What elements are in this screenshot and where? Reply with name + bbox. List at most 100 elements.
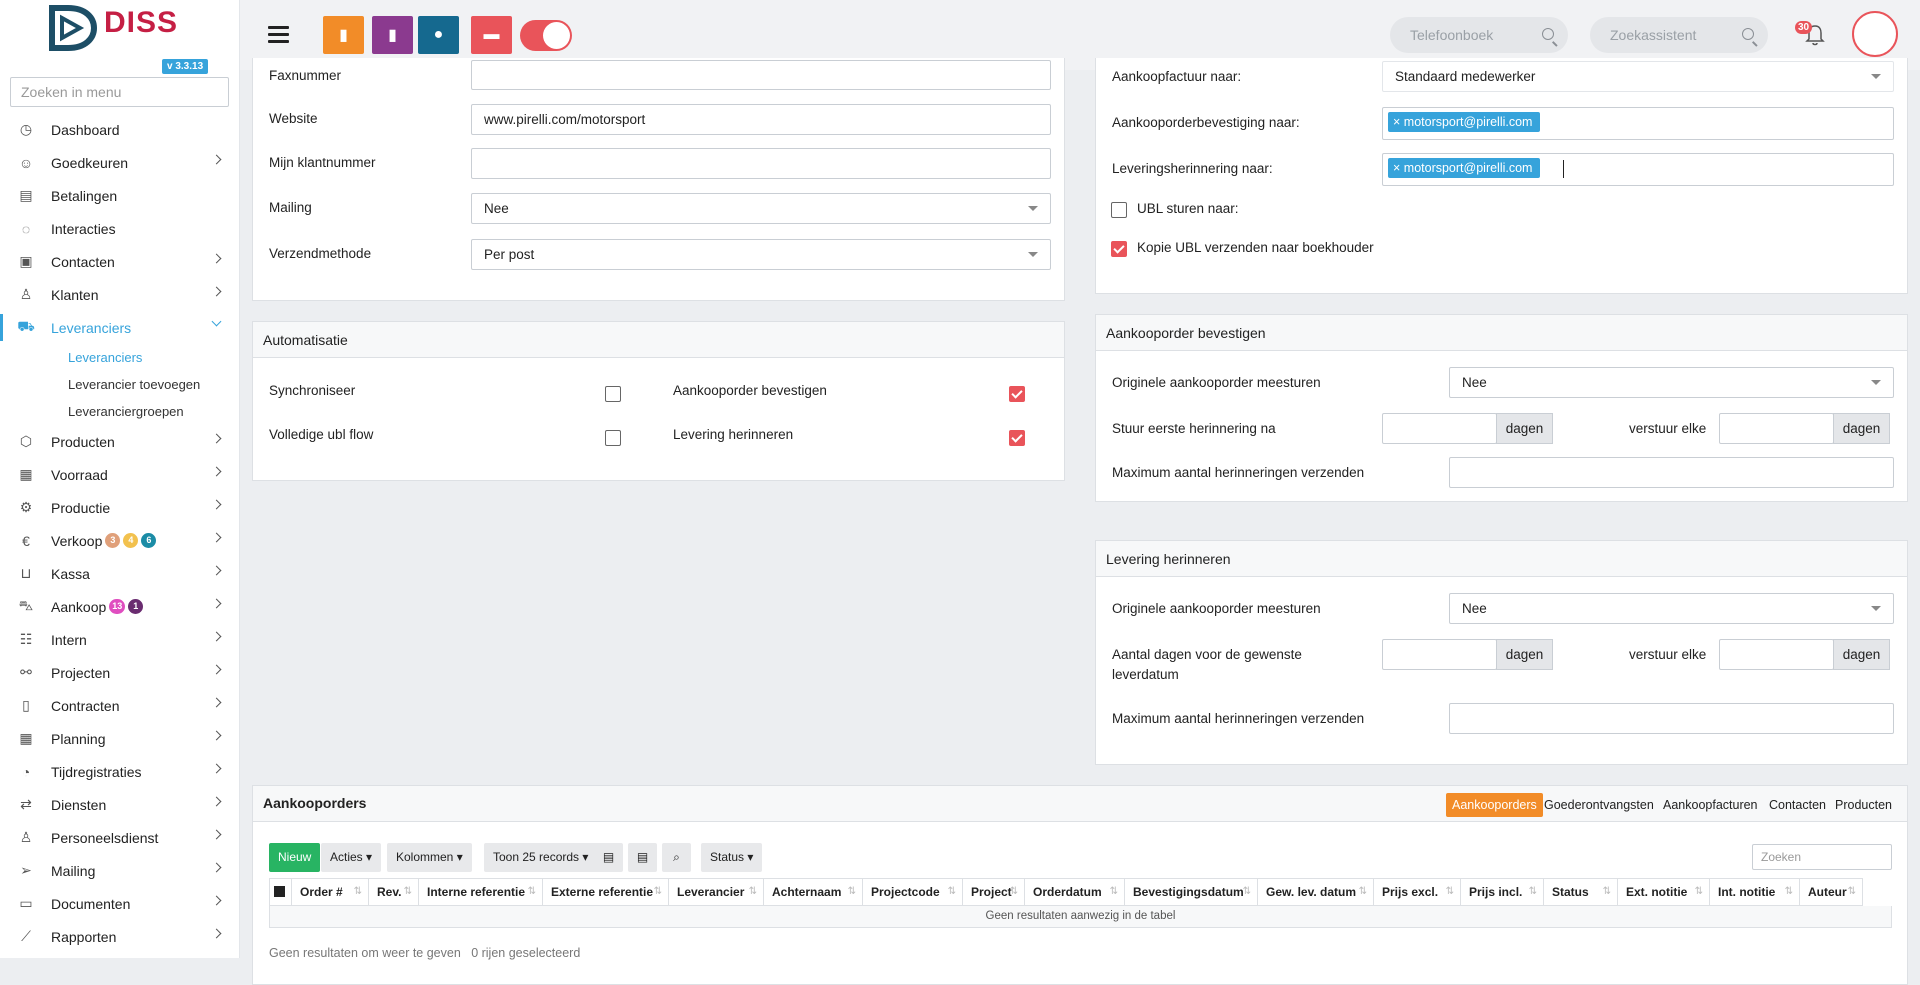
- sidebar-item-leveranciers[interactable]: ⛟ Leveranciers: [0, 311, 239, 344]
- new-order-button[interactable]: Nieuw: [269, 843, 321, 872]
- ubl-checkbox[interactable]: [1111, 202, 1127, 218]
- sidebar-item-tijdregistraties[interactable]: ◔ Tijdregistraties: [0, 755, 239, 788]
- column-header[interactable]: Project ⇅: [962, 878, 1024, 906]
- avatar[interactable]: [1852, 11, 1898, 57]
- chevron-right-icon: [211, 697, 222, 708]
- sidebar-item-kassa[interactable]: ⊔ Kassa: [0, 557, 239, 590]
- mailing-select[interactable]: Nee: [471, 193, 1051, 224]
- volledige-ubl-checkbox[interactable]: [605, 430, 621, 446]
- column-header[interactable]: Projectcode ⇅: [862, 878, 962, 906]
- aantal-dagen-input[interactable]: [1382, 639, 1497, 670]
- aankoopfactuur-select[interactable]: Standaard medewerker: [1382, 61, 1894, 92]
- originele-select[interactable]: Nee: [1449, 593, 1894, 624]
- page-length-dropdown-button[interactable]: Toon 25 records ▾: [484, 843, 598, 872]
- status-dropdown-button[interactable]: Status ▾: [701, 843, 763, 872]
- fax-input[interactable]: [471, 60, 1051, 90]
- tab-goederontvangsten[interactable]: Goederontvangsten: [1538, 793, 1660, 817]
- column-header[interactable]: Externe referentie ⇅: [542, 878, 668, 906]
- column-header[interactable]: Achternaam ⇅: [763, 878, 862, 906]
- sidebar-item-aankoop[interactable]: ⛍ Aankoop 13 1: [0, 590, 239, 623]
- aankoop-badge-2: 1: [128, 599, 144, 614]
- column-header[interactable]: Int. notitie ⇅: [1709, 878, 1799, 906]
- sidebar-item-productie[interactable]: ⚙ Productie: [0, 491, 239, 524]
- sidebar-subitem-leverancier-toevoegen[interactable]: Leverancier toevoegen: [0, 371, 239, 398]
- sidebar-item-planning[interactable]: ▦ Planning: [0, 722, 239, 755]
- sidebar-item-interacties[interactable]: ◌ Interacties: [0, 212, 239, 245]
- sidebar-item-rapporten[interactable]: ⟋ Rapporten: [0, 920, 239, 953]
- export-pdf-button[interactable]: ▤: [628, 843, 657, 872]
- select-all-checkbox[interactable]: [269, 878, 291, 906]
- sidebar-item-contacten[interactable]: ▣ Contacten: [0, 245, 239, 278]
- sidebar-subitem-leveranciergroepen[interactable]: Leveranciergroepen: [0, 398, 239, 425]
- verstuur-elke-input[interactable]: [1719, 639, 1834, 670]
- sidebar-item-personeelsdienst[interactable]: ♙ Personeelsdienst: [0, 821, 239, 854]
- menu-search-input[interactable]: Zoeken in menu: [10, 77, 229, 107]
- tab-aankooporders[interactable]: Aankooporders: [1446, 793, 1543, 817]
- email-tag[interactable]: × motorsport@pirelli.com: [1388, 112, 1541, 132]
- contact-card-icon: ▣: [19, 253, 33, 269]
- levering-herinneren-checkbox[interactable]: [1009, 430, 1025, 446]
- column-header[interactable]: Gew. lev. datum ⇅: [1257, 878, 1373, 906]
- hamburger-menu-icon[interactable]: [268, 26, 289, 43]
- customer-number-input[interactable]: [471, 148, 1051, 179]
- tab-producten[interactable]: Producten: [1829, 793, 1898, 817]
- max-herinneringen-input[interactable]: [1449, 703, 1894, 734]
- sidebar-subitem-leveranciers[interactable]: Leveranciers: [0, 344, 239, 371]
- sidebar-item-producten[interactable]: ⬡ Producten: [0, 425, 239, 458]
- payment-icon: ▤: [19, 187, 33, 203]
- column-header[interactable]: Order # ⇅: [291, 878, 368, 906]
- sort-icon: ⇅: [1528, 886, 1537, 897]
- eerste-herinnering-input[interactable]: [1382, 413, 1497, 444]
- new-document-button[interactable]: ▮: [323, 16, 364, 54]
- column-header[interactable]: Ext. notitie ⇅: [1617, 878, 1709, 906]
- column-header[interactable]: Interne referentie ⇅: [418, 878, 542, 906]
- sidebar-item-klanten[interactable]: ♙ Klanten: [0, 278, 239, 311]
- chevron-right-icon: [211, 565, 222, 576]
- sidebar-item-projecten[interactable]: ⚯ Projecten: [0, 656, 239, 689]
- column-header[interactable]: Leverancier ⇅: [668, 878, 763, 906]
- column-header[interactable]: Prijs excl. ⇅: [1373, 878, 1460, 906]
- bevestiging-email-input[interactable]: × motorsport@pirelli.com: [1382, 107, 1894, 140]
- aankooporder-bevestigen-checkbox[interactable]: [1009, 386, 1025, 402]
- synchroniseer-checkbox[interactable]: [605, 386, 621, 402]
- sidebar-item-diensten[interactable]: ⇄ Diensten: [0, 788, 239, 821]
- column-header[interactable]: Bevestigingsdatum ⇅: [1124, 878, 1257, 906]
- search-button[interactable]: ⌕: [662, 843, 691, 872]
- document-button[interactable]: ▮: [372, 16, 413, 54]
- column-header[interactable]: Auteur ⇅: [1799, 878, 1863, 906]
- search-assistant-input[interactable]: Zoekassistent: [1590, 17, 1768, 53]
- delete-button[interactable]: ▬: [471, 16, 512, 54]
- table-search-input[interactable]: Zoeken: [1752, 844, 1892, 870]
- herinnering-email-input[interactable]: × motorsport@pirelli.com: [1382, 153, 1894, 186]
- search-icon: [1742, 28, 1754, 40]
- sidebar-item-mailing[interactable]: ➢ Mailing: [0, 854, 239, 887]
- sidebar-item-intern[interactable]: ☷ Intern: [0, 623, 239, 656]
- sidebar-item-documenten[interactable]: ▭ Documenten: [0, 887, 239, 920]
- sidebar-item-label: Projecten: [51, 664, 111, 681]
- tab-contacten[interactable]: Contacten: [1763, 793, 1832, 817]
- column-header[interactable]: Status ⇅: [1543, 878, 1617, 906]
- phonebook-search-input[interactable]: Telefoonboek: [1390, 17, 1568, 53]
- status-toggle[interactable]: [520, 20, 572, 51]
- kopie-ubl-checkbox[interactable]: [1111, 241, 1127, 257]
- actions-dropdown-button[interactable]: Acties ▾: [321, 843, 382, 872]
- max-herinneringen-input[interactable]: [1449, 457, 1894, 488]
- sidebar-item-verkoop[interactable]: € Verkoop 3 4 6: [0, 524, 239, 557]
- sidebar-item-goedkeuren[interactable]: ☺ Goedkeuren: [0, 146, 239, 179]
- column-header[interactable]: Prijs incl. ⇅: [1460, 878, 1543, 906]
- column-header[interactable]: Orderdatum ⇅: [1024, 878, 1124, 906]
- originele-select[interactable]: Nee: [1449, 367, 1894, 398]
- columns-dropdown-button[interactable]: Kolommen ▾: [387, 843, 472, 872]
- sidebar-item-voorraad[interactable]: ▦ Voorraad: [0, 458, 239, 491]
- tab-aankoopfacturen[interactable]: Aankoopfacturen: [1657, 793, 1764, 817]
- user-button[interactable]: ●: [418, 16, 459, 54]
- verstuur-elke-input[interactable]: [1719, 413, 1834, 444]
- shipping-method-select[interactable]: Per post: [471, 239, 1051, 270]
- column-header[interactable]: Rev. ⇅: [368, 878, 418, 906]
- export-excel-button[interactable]: ▤: [594, 843, 623, 872]
- website-input[interactable]: www.pirelli.com/motorsport: [471, 104, 1051, 135]
- sidebar-item-betalingen[interactable]: ▤ Betalingen: [0, 179, 239, 212]
- email-tag[interactable]: × motorsport@pirelli.com: [1388, 158, 1541, 178]
- sidebar-item-contracten[interactable]: ▯ Contracten: [0, 689, 239, 722]
- sidebar-item-dashboard[interactable]: ◷ Dashboard: [0, 113, 239, 146]
